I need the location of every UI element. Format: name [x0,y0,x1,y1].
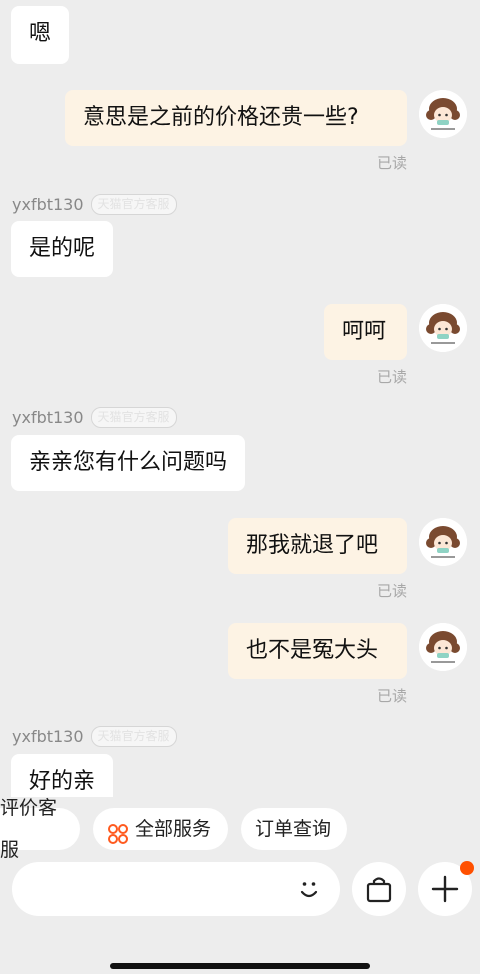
user-avatar[interactable] [419,90,467,138]
read-status: 已读 [377,582,408,600]
message-text: 也不是冤大头 [246,638,379,663]
chat-messages[interactable]: 嗯 意思是之前的价格还贵一些? 已读 yxfbt130 天猫官方客服 是的呢 呵… [0,0,480,797]
message-incoming[interactable]: 亲亲您有什么问题吗 [11,435,246,491]
smiley-icon[interactable] [294,874,324,904]
read-status: 已读 [377,154,408,172]
user-avatar[interactable] [419,623,467,671]
more-button[interactable] [418,861,474,916]
quick-actions-bar: 评价客服 全部服务 订单查询 [0,797,480,861]
shopping-bag-icon [364,874,394,908]
sender-header: yxfbt130 天猫官方客服 [12,407,177,428]
official-service-badge: 天猫官方客服 [90,407,177,428]
official-service-badge: 天猫官方客服 [90,726,177,747]
message-outgoing[interactable]: 呵呵 [324,304,407,360]
message-text: 嗯 [29,21,52,46]
message-text: 意思是之前的价格还贵一些? [83,105,359,130]
sender-name: yxfbt130 [12,408,84,427]
order-query-chip[interactable]: 订单查询 [241,808,347,850]
message-text: 亲亲您有什么问题吗 [29,450,228,475]
message-text: 呵呵 [342,319,387,344]
chip-label: 全部服务 [135,818,212,840]
chip-label: 订单查询 [255,818,332,840]
sender-name: yxfbt130 [12,727,84,746]
sender-header: yxfbt130 天猫官方客服 [12,726,177,747]
read-status: 已读 [377,687,408,705]
avatar-icon [419,304,467,352]
message-incoming[interactable]: 嗯 [11,6,70,64]
shopping-bag-button[interactable] [352,862,406,916]
all-services-chip[interactable]: 全部服务 [93,808,228,850]
grid-service-icon [107,818,129,844]
message-outgoing[interactable]: 意思是之前的价格还贵一些? [65,90,407,146]
notification-dot [460,861,474,875]
message-text: 是的呢 [29,236,96,261]
message-text: 那我就退了吧 [246,533,379,558]
rate-service-chip[interactable]: 评价客服 [0,797,80,861]
sender-header: yxfbt130 天猫官方客服 [12,194,177,215]
message-outgoing[interactable]: 也不是冤大头 [228,623,407,679]
message-outgoing[interactable]: 那我就退了吧 [228,518,407,574]
official-service-badge: 天猫官方客服 [90,194,177,215]
sender-name: yxfbt130 [12,195,84,214]
message-incoming[interactable]: 是的呢 [11,221,114,277]
user-avatar[interactable] [419,518,467,566]
plus-icon [431,875,459,907]
avatar-icon [419,90,467,138]
avatar-icon [419,623,467,671]
user-avatar[interactable] [419,304,467,352]
message-input[interactable] [12,862,340,916]
home-indicator [110,963,370,969]
chip-label: 评价客服 [0,797,58,861]
read-status: 已读 [377,368,408,386]
avatar-icon [419,518,467,566]
input-row [0,861,480,918]
